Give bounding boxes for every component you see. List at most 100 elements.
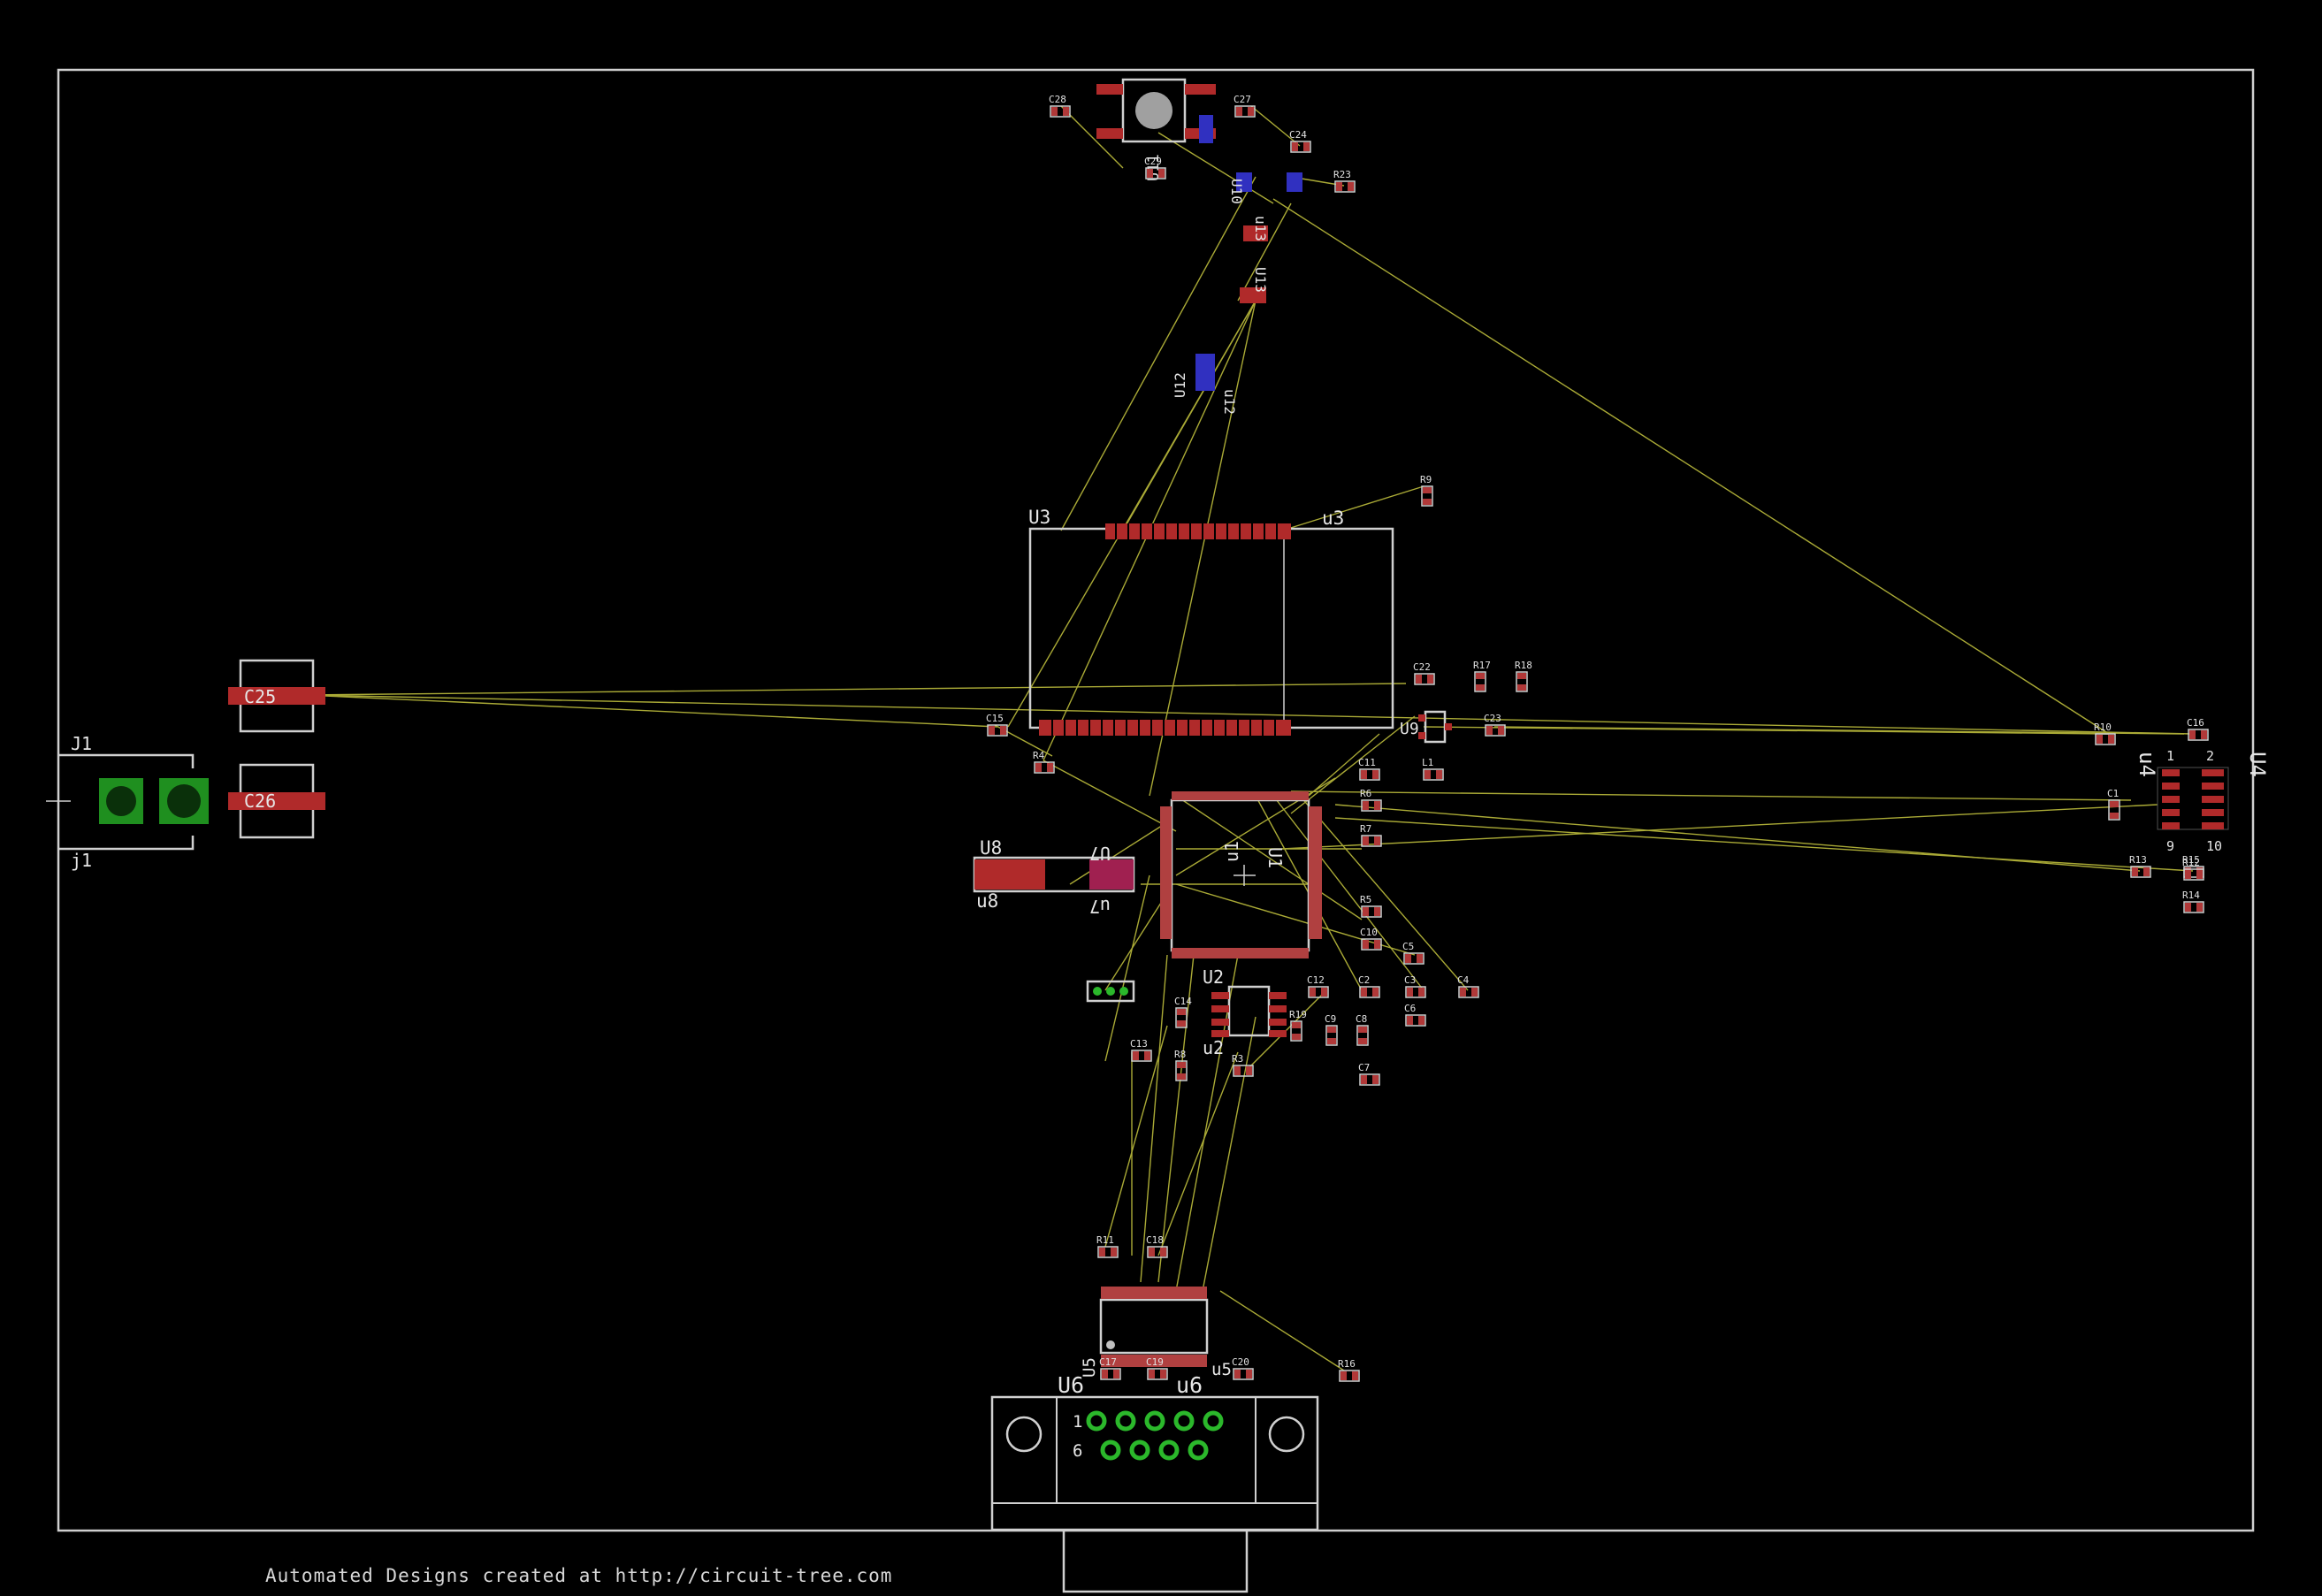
- part-c15: C15: [986, 713, 1008, 737]
- u13-label-bottom: u13: [1252, 216, 1269, 241]
- db9-pin1-label: 1: [1073, 1412, 1082, 1432]
- part-label: R6: [1360, 788, 1371, 799]
- u6-label-bottom: u6: [1176, 1372, 1203, 1398]
- u4-pin10-label: 10: [2206, 838, 2222, 854]
- j1-connector: J1 j1: [46, 733, 209, 871]
- u3-module: U3 u3: [1028, 507, 1394, 736]
- part-l1: L1: [1422, 757, 1444, 781]
- part-label: C16: [2187, 717, 2204, 729]
- u8-label: U8: [980, 837, 1002, 859]
- u9-component: U9: [1400, 710, 1452, 744]
- u4-pin1-label: 1: [2166, 748, 2174, 764]
- u2-label: U2: [1203, 966, 1224, 988]
- part-label: C9: [1325, 1013, 1336, 1025]
- regulator-cluster: U10 U12 u12 U13 u13: [1172, 115, 1302, 415]
- part-label: C20: [1232, 1356, 1249, 1368]
- part-label: R12: [2182, 857, 2200, 868]
- part-c22: C22: [1413, 661, 1435, 685]
- part-c3: C3: [1404, 974, 1426, 998]
- u1-microcontroller: u1 U1: [1160, 791, 1322, 958]
- part-r9: R9: [1420, 474, 1433, 507]
- part-label: C24: [1289, 129, 1307, 141]
- u4-connector: U4 u4 1 2 9 10: [2135, 748, 2270, 854]
- part-label: C18: [1146, 1234, 1164, 1246]
- part-c1: C1: [2107, 788, 2120, 821]
- part-c10: C10: [1360, 927, 1382, 951]
- u4-label: U4: [2245, 752, 2270, 777]
- part-c23: C23: [1484, 713, 1506, 737]
- part-label: C6: [1404, 1003, 1416, 1014]
- part-label: R10: [2094, 722, 2112, 733]
- part-c18: C18: [1146, 1234, 1168, 1258]
- part-label: R4: [1033, 750, 1045, 761]
- part-label: R17: [1473, 660, 1491, 671]
- part-c27: C27: [1234, 94, 1256, 118]
- part-c12: C12: [1307, 974, 1329, 998]
- part-label: C1: [2107, 788, 2119, 799]
- part-label: R13: [2129, 854, 2147, 866]
- part-label: R14: [2182, 890, 2200, 901]
- part-r17: R17: [1473, 660, 1491, 692]
- part-label: C10: [1360, 927, 1378, 938]
- part-label: C8: [1356, 1013, 1367, 1025]
- u12-label: U12: [1172, 372, 1188, 398]
- j1-label-bottom: j1: [71, 850, 92, 871]
- u13-label: U13: [1252, 267, 1269, 293]
- u12-label-bottom: u12: [1221, 389, 1238, 415]
- part-label: R11: [1096, 1234, 1114, 1246]
- part-label: C12: [1307, 974, 1325, 986]
- c26-label: C26: [244, 790, 276, 812]
- part-r18: R18: [1515, 660, 1532, 692]
- u8-label-bottom: u8: [976, 890, 998, 912]
- part-c2: C2: [1358, 974, 1380, 998]
- part-r5: R5: [1360, 894, 1382, 918]
- part-label: C17: [1099, 1356, 1117, 1368]
- u2-label-bottom: u2: [1203, 1037, 1224, 1058]
- part-c7: C7: [1358, 1062, 1380, 1086]
- part-label: C4: [1457, 974, 1470, 986]
- u5-label-bottom: u5: [1211, 1360, 1232, 1379]
- u1-label: U1: [1264, 847, 1286, 868]
- part-c28: C28: [1049, 94, 1071, 118]
- j1-label-top: J1: [71, 733, 92, 754]
- three-pin-header: [1086, 980, 1135, 1003]
- c25-label: C25: [244, 686, 276, 707]
- part-label: C27: [1234, 94, 1251, 105]
- part-label: C13: [1130, 1038, 1148, 1050]
- part-label: C29: [1144, 156, 1162, 167]
- u2-ic: U2 u2: [1203, 966, 1287, 1058]
- pcb-board-canvas: J1 j1 C25 C26 U3 u3 u1 U1 U8 u8 U7 u7 U2…: [46, 68, 2270, 1593]
- part-label: C14: [1174, 996, 1192, 1007]
- part-c6: C6: [1404, 1003, 1426, 1027]
- part-label: C7: [1358, 1062, 1370, 1073]
- u6-db9-connector: 1 6 U6 u6: [990, 1372, 1319, 1593]
- part-label: R5: [1360, 894, 1371, 905]
- part-label: R3: [1232, 1053, 1243, 1065]
- part-r4: R4: [1033, 750, 1055, 774]
- part-c8: C8: [1356, 1013, 1369, 1046]
- part-c16: C16: [2187, 717, 2209, 741]
- part-label: C5: [1402, 941, 1414, 952]
- u7-label: U7: [1089, 843, 1111, 864]
- small-parts-layer: C28 C27 C24 C29 R23 C22 R17 R18 C23 L1 C15 R4 C1 1 R6 R…: [986, 94, 2209, 1382]
- part-c4: C4: [1457, 974, 1479, 998]
- part-label: C28: [1049, 94, 1066, 105]
- board-outline: [57, 68, 2255, 1532]
- c26-capacitor: C26: [228, 763, 325, 839]
- u10-label: U10: [1228, 179, 1245, 204]
- u7-label-bottom: u7: [1089, 896, 1111, 917]
- part-label: R9: [1420, 474, 1432, 485]
- part-c14: C14: [1174, 996, 1192, 1028]
- part-label: R7: [1360, 823, 1371, 835]
- part-r23: R23: [1333, 169, 1356, 193]
- part-r3: R3: [1232, 1053, 1254, 1077]
- u1-label-inner: u1: [1221, 841, 1242, 862]
- part-r11: R11: [1096, 1234, 1119, 1258]
- c25-capacitor: C25: [228, 659, 325, 733]
- part-c13: C13: [1130, 1038, 1152, 1062]
- part-c20: C20: [1232, 1356, 1254, 1380]
- u3-label-bottom: u3: [1322, 508, 1344, 529]
- part-r16: R16: [1338, 1358, 1360, 1382]
- db9-pin6-label: 6: [1073, 1441, 1082, 1461]
- part-label: C3: [1404, 974, 1416, 986]
